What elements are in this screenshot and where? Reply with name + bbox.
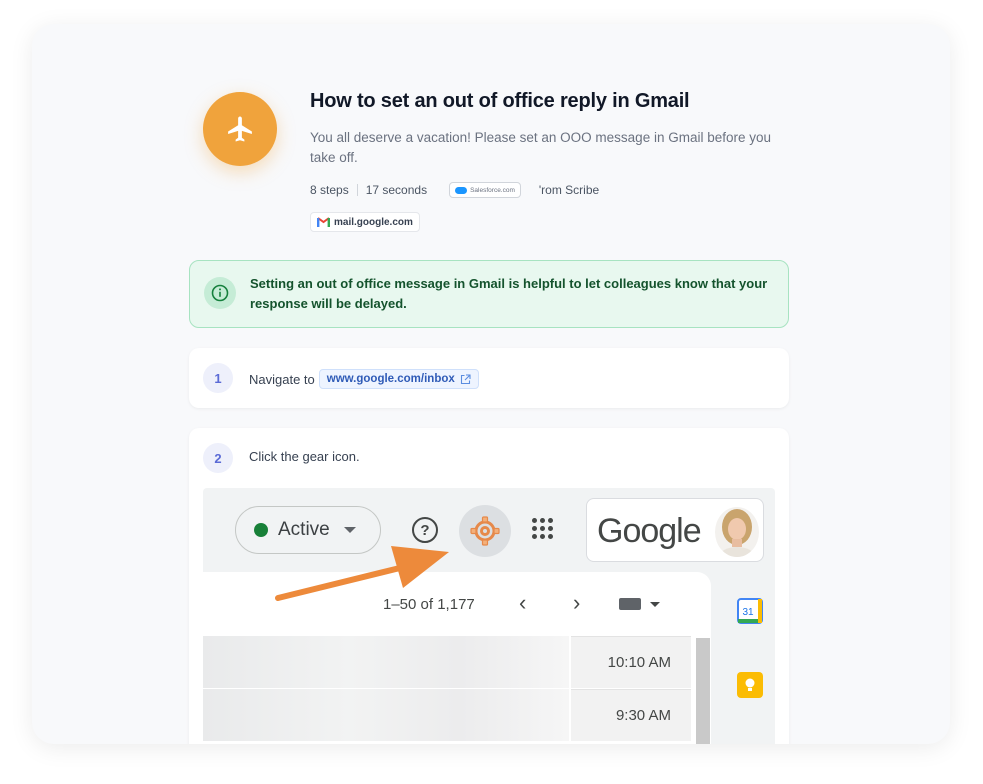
caret-down-icon[interactable]: [650, 602, 660, 607]
step-instruction: Navigate to www.google.com/inbox: [249, 369, 479, 389]
status-dropdown[interactable]: Active: [235, 506, 381, 554]
prev-page-icon[interactable]: ‹: [519, 590, 526, 616]
calendar-icon[interactable]: 31: [737, 598, 763, 624]
org-badge-label: Salesforce.com: [470, 186, 515, 194]
scrollbar[interactable]: [696, 638, 710, 744]
step-number: 2: [203, 443, 233, 473]
email-time: 10:10 AM: [571, 636, 691, 688]
info-icon: [204, 277, 236, 309]
inbox-link[interactable]: www.google.com/inbox: [318, 369, 479, 389]
mail-list-panel: 1–50 of 1,177 ‹ › 10:10 AM 9:30 AM: [203, 572, 711, 744]
apps-grid-icon[interactable]: [532, 518, 554, 540]
help-icon[interactable]: ?: [412, 517, 438, 543]
airplane-icon: [203, 92, 277, 166]
keep-icon[interactable]: [737, 672, 763, 698]
step-text: Click the gear icon.: [249, 449, 360, 464]
duration: 17 seconds: [365, 183, 428, 197]
google-logo: Google: [597, 512, 702, 550]
blurred-email-row[interactable]: [203, 636, 569, 688]
step-2: 2 Click the gear icon. Active ? Google 1…: [189, 428, 789, 744]
guide-title: How to set an out of office reply in Gma…: [310, 90, 690, 112]
caret-down-icon: [343, 527, 356, 533]
email-time: 9:30 AM: [571, 689, 691, 741]
guide-meta: 8 steps 17 seconds Salesforce.com 'rom S…: [310, 182, 599, 198]
active-dot-icon: [254, 523, 268, 537]
step-screenshot: Active ? Google 1–50 of 1,177 ‹ › 10:10 …: [203, 488, 775, 744]
account-switcher[interactable]: Google: [586, 498, 764, 562]
step-number: 1: [203, 363, 233, 393]
calendar-day: 31: [742, 607, 754, 618]
settings-gear-button[interactable]: [459, 505, 511, 557]
link-label: www.google.com/inbox: [326, 373, 455, 385]
steps-count: 8 steps: [310, 183, 349, 197]
salesforce-cloud-icon: [455, 186, 468, 194]
author-label: 'rom Scribe: [538, 183, 600, 197]
status-label: Active: [278, 519, 330, 540]
keyboard-icon[interactable]: [619, 598, 641, 610]
blurred-email-row[interactable]: [203, 689, 569, 741]
step-1: 1 Navigate to www.google.com/inbox: [189, 348, 789, 408]
gear-icon: [470, 516, 500, 546]
info-text: Setting an out of office message in Gmai…: [250, 276, 768, 311]
domain-chip[interactable]: mail.google.com: [310, 212, 420, 232]
external-link-icon: [460, 373, 471, 384]
guide-description: You all deserve a vacation! Please set a…: [310, 130, 772, 165]
meta-divider: [356, 184, 358, 196]
avatar: [715, 507, 759, 557]
gmail-icon: [317, 217, 330, 227]
domain-label: mail.google.com: [334, 216, 413, 228]
info-callout: Setting an out of office message in Gmai…: [189, 260, 789, 328]
pagination-count: 1–50 of 1,177: [383, 596, 475, 613]
org-badge: Salesforce.com: [449, 182, 521, 198]
next-page-icon[interactable]: ›: [573, 590, 580, 616]
step-text: Navigate to: [249, 371, 315, 387]
guide-card: How to set an out of office reply in Gma…: [32, 24, 950, 744]
